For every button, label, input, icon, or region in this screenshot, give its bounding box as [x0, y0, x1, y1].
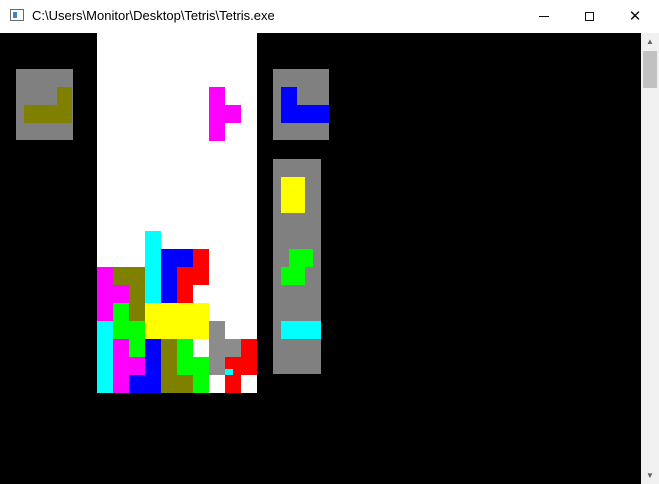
- scroll-thumb[interactable]: [643, 51, 657, 88]
- scroll-up-arrow-icon[interactable]: ▲: [641, 33, 659, 50]
- falling-piece-block: [225, 105, 241, 123]
- minimize-button[interactable]: [521, 0, 567, 33]
- hold-piece-panel: [16, 69, 73, 140]
- stack-block: [193, 375, 209, 393]
- stack-block: [177, 339, 193, 375]
- stack-block: [113, 285, 129, 303]
- stack-block: [129, 375, 161, 393]
- next-piece-block: [281, 105, 329, 123]
- maximize-icon: [584, 12, 594, 21]
- stack-block: [129, 285, 145, 321]
- stack-block: [225, 357, 241, 369]
- queue-piece-s-block: [281, 267, 305, 285]
- stack-block: [145, 303, 209, 339]
- title-bar[interactable]: C:\Users\Monitor\Desktop\Tetris\Tetris.e…: [0, 0, 659, 33]
- stack-block: [161, 249, 193, 267]
- stack-block: [161, 339, 177, 375]
- stack-block: [209, 321, 225, 339]
- minimize-icon: [539, 16, 549, 17]
- queue-piece-o-block: [281, 177, 305, 213]
- stack-block: [161, 375, 193, 393]
- stack-block: [193, 357, 209, 375]
- stack-block: [129, 357, 145, 375]
- stack-block: [177, 267, 193, 303]
- stack-block: [113, 321, 145, 339]
- hold-piece-block: [24, 105, 72, 123]
- stack-block: [145, 339, 161, 375]
- window-title: C:\Users\Monitor\Desktop\Tetris\Tetris.e…: [32, 8, 275, 23]
- falling-piece-block: [209, 87, 225, 141]
- close-button[interactable]: ✕: [612, 0, 658, 33]
- close-icon: ✕: [628, 8, 642, 25]
- stack-block: [225, 375, 241, 393]
- stack-block: [241, 339, 257, 375]
- next-piece-block: [281, 87, 297, 105]
- stack-block: [97, 267, 113, 321]
- stack-block: [97, 321, 113, 393]
- console-app-icon[interactable]: [10, 9, 24, 21]
- piece-queue-panel: [273, 159, 321, 374]
- stack-block: [209, 357, 225, 375]
- queue-piece-s-block: [289, 249, 313, 267]
- scroll-down-arrow-icon[interactable]: ▼: [641, 467, 659, 484]
- stack-block: [129, 339, 145, 357]
- queue-piece-i-block: [281, 321, 321, 339]
- next-piece-panel: [273, 69, 329, 140]
- stack-block: [113, 267, 145, 285]
- stack-block: [113, 303, 129, 321]
- stack-block: [193, 249, 209, 285]
- maximize-button[interactable]: [566, 0, 612, 33]
- hold-piece-block: [57, 87, 72, 105]
- game-board: [97, 33, 257, 393]
- stack-block: [113, 339, 129, 393]
- stack-block: [209, 339, 241, 357]
- stack-block: [161, 267, 177, 303]
- stack-block: [145, 231, 161, 303]
- vertical-scrollbar[interactable]: ▲ ▼: [641, 33, 659, 484]
